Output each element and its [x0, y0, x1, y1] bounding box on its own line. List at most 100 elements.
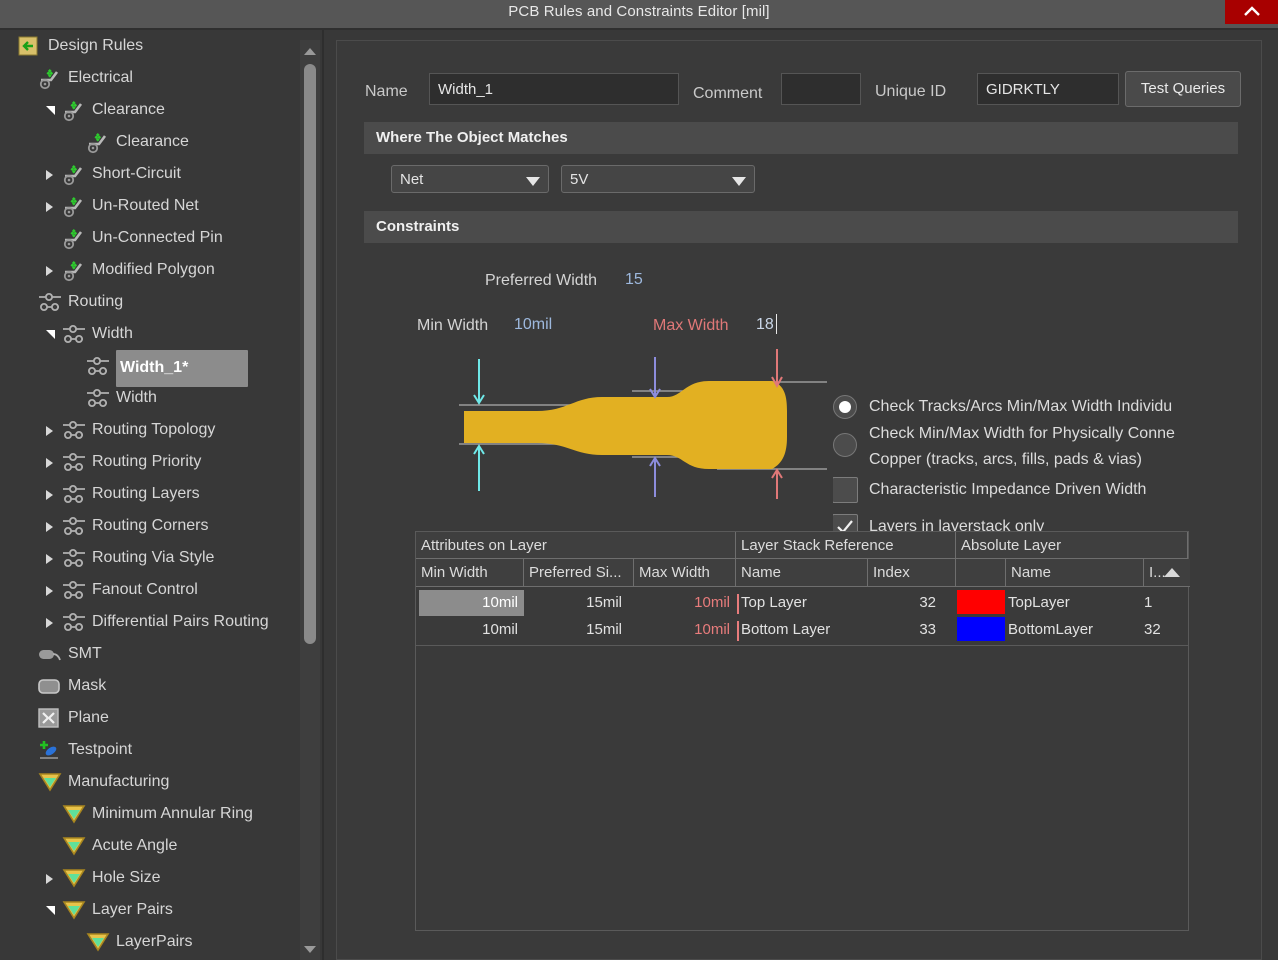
sidebar-item-layerpairs[interactable]: LayerPairs	[0, 926, 296, 958]
cell-stack-name[interactable]: Bottom Layer	[741, 617, 867, 643]
cell-max-width[interactable]: 10mil	[634, 590, 734, 616]
scroll-down-arrow-icon[interactable]	[300, 940, 320, 958]
design-rules-icon	[18, 36, 38, 56]
sidebar-item-testpoint[interactable]: Testpoint	[0, 734, 296, 766]
twisty-collapsed-icon[interactable]	[44, 510, 58, 542]
twisty-collapsed-icon[interactable]	[44, 862, 58, 894]
sidebar-item-routing-via-style[interactable]: Routing Via Style	[0, 542, 296, 574]
twisty-expanded-icon[interactable]	[44, 894, 58, 926]
cell-stack-name[interactable]: Top Layer	[741, 590, 867, 616]
sidebar-item-design-rules[interactable]: Design Rules	[0, 30, 296, 62]
cell-max-width[interactable]: 10mil	[634, 617, 734, 643]
manufacturing-icon	[62, 837, 86, 856]
unique-id-input[interactable]	[977, 73, 1119, 105]
sidebar-item-width[interactable]: Width	[0, 318, 296, 350]
routing-icon	[87, 357, 109, 375]
tree-scrollbar[interactable]	[300, 40, 320, 960]
column-header-max-width[interactable]: Max Width	[634, 559, 736, 587]
electrical-icon	[39, 69, 59, 90]
cell-layer-color-swatch[interactable]	[957, 590, 1005, 614]
scope-type-combo[interactable]: Net	[391, 165, 549, 193]
checkbox-characteristic-impedance[interactable]	[833, 477, 858, 503]
sidebar-item-routing-priority[interactable]: Routing Priority	[0, 446, 296, 478]
sidebar-item-width[interactable]: Width	[0, 382, 296, 414]
column-header-stack-index[interactable]: Index	[868, 559, 956, 587]
mask-icon	[38, 674, 64, 698]
sidebar-item-acute-angle[interactable]: Acute Angle	[0, 830, 296, 862]
sidebar-item-layer-pairs[interactable]: Layer Pairs	[0, 894, 296, 926]
design-rules-tree[interactable]: Design Rules Electrical Clearance Clearance…	[0, 30, 296, 960]
sidebar-item-manufacturing[interactable]: Manufacturing	[0, 766, 296, 798]
column-header-stack-name[interactable]: Name	[736, 559, 868, 587]
sidebar-item-width-1[interactable]: Width_1*	[0, 350, 296, 387]
twisty-expanded-icon[interactable]	[44, 318, 58, 350]
layer-attributes-table[interactable]: Attributes on Layer Layer Stack Referenc…	[415, 531, 1190, 931]
net-select-combo[interactable]: 5V	[561, 165, 755, 193]
cell-min-width[interactable]: 10mil	[419, 617, 524, 643]
sidebar-item-un-connected-pin[interactable]: Un-Connected Pin	[0, 222, 296, 254]
pcb-rules-editor-window: PCB Rules and Constraints Editor [mil] D…	[0, 0, 1278, 960]
cell-absolute-name[interactable]: TopLayer	[1008, 590, 1142, 616]
twisty-collapsed-icon[interactable]	[44, 190, 58, 222]
sidebar-item-routing-corners[interactable]: Routing Corners	[0, 510, 296, 542]
twisty-collapsed-icon[interactable]	[44, 254, 58, 286]
routing-icon	[87, 389, 109, 407]
sidebar-item-routing[interactable]: Routing	[0, 286, 296, 318]
sidebar-item-clearance[interactable]: Clearance	[0, 94, 296, 126]
sidebar-item-smt[interactable]: SMT	[0, 638, 296, 670]
sidebar-item-routing-topology[interactable]: Routing Topology	[0, 414, 296, 446]
sidebar-item-label: Electrical	[68, 69, 133, 86]
sidebar-item-routing-layers[interactable]: Routing Layers	[0, 478, 296, 510]
twisty-collapsed-icon[interactable]	[44, 446, 58, 478]
twisty-collapsed-icon[interactable]	[44, 158, 58, 190]
cell-absolute-index[interactable]: 1	[1144, 590, 1188, 616]
comment-input[interactable]	[781, 73, 861, 105]
sidebar-item-hole-size[interactable]: Hole Size	[0, 862, 296, 894]
sidebar-item-modified-polygon[interactable]: Modified Polygon	[0, 254, 296, 286]
sidebar-item-clearance[interactable]: Clearance	[0, 126, 296, 158]
min-width-value[interactable]: 10mil	[514, 316, 552, 334]
twisty-collapsed-icon[interactable]	[44, 542, 58, 574]
column-header-absolute-name[interactable]: Name	[1006, 559, 1144, 587]
sidebar-item-short-circuit[interactable]: Short-Circuit	[0, 158, 296, 190]
column-header-min-width[interactable]: Min Width	[416, 559, 524, 587]
radio-check-tracks-individually[interactable]	[833, 395, 857, 419]
sidebar-item-fanout-control[interactable]: Fanout Control	[0, 574, 296, 606]
sort-ascending-icon[interactable]	[1164, 568, 1180, 577]
cell-absolute-name[interactable]: BottomLayer	[1008, 617, 1142, 643]
electrical-icon	[63, 101, 83, 122]
column-header-preferred-size[interactable]: Preferred Si...	[524, 559, 634, 587]
max-width-value[interactable]: 18	[756, 316, 774, 334]
twisty-collapsed-icon[interactable]	[44, 574, 58, 606]
radio-check-physically-connected[interactable]	[833, 433, 857, 457]
sidebar-item-plane[interactable]: Plane	[0, 702, 296, 734]
sidebar-item-electrical[interactable]: Electrical	[0, 62, 296, 94]
cell-layer-color-swatch[interactable]	[957, 617, 1005, 641]
cell-absolute-index[interactable]: 32	[1144, 617, 1188, 643]
manufacturing-icon	[38, 773, 62, 792]
electrical-icon	[63, 229, 83, 250]
cell-preferred-size[interactable]: 15mil	[524, 590, 628, 616]
cell-stack-index[interactable]: 32	[868, 590, 944, 616]
cell-stack-index[interactable]: 33	[868, 617, 944, 643]
cell-preferred-size[interactable]: 15mil	[524, 617, 628, 643]
twisty-collapsed-icon[interactable]	[44, 606, 58, 638]
sidebar-item-mask[interactable]: Mask	[0, 670, 296, 702]
test-queries-button[interactable]: Test Queries	[1125, 71, 1241, 107]
sidebar-item-un-routed-net[interactable]: Un-Routed Net	[0, 190, 296, 222]
name-input[interactable]	[429, 73, 679, 105]
preferred-width-value[interactable]: 15	[625, 271, 643, 289]
scroll-up-arrow-icon[interactable]	[300, 42, 320, 60]
twisty-collapsed-icon[interactable]	[44, 414, 58, 446]
twisty-collapsed-icon[interactable]	[44, 478, 58, 510]
sidebar-item-differential-pairs-routing[interactable]: Differential Pairs Routing	[0, 606, 296, 638]
twisty-expanded-icon[interactable]	[44, 94, 58, 126]
sidebar-item-minimum-annular-ring[interactable]: Minimum Annular Ring	[0, 798, 296, 830]
close-icon[interactable]	[1225, 0, 1278, 24]
track-width-diagram	[459, 349, 827, 499]
column-header-layer-color[interactable]	[956, 559, 1006, 587]
scrollbar-thumb[interactable]	[304, 64, 316, 644]
max-width-label: Max Width	[653, 317, 729, 334]
cell-min-width[interactable]: 10mil	[419, 590, 524, 616]
electrical-icon	[62, 194, 88, 218]
